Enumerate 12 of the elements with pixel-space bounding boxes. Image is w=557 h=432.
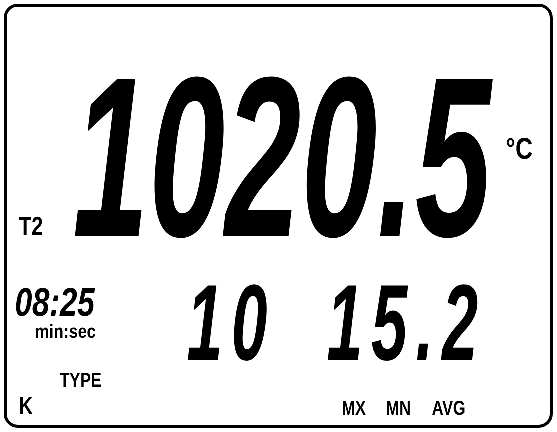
timer-unit: min:sec <box>35 322 98 342</box>
main-reading: 1020.5 <box>73 72 492 243</box>
channel-label: T2 <box>19 212 44 239</box>
stat-label: MX <box>342 399 366 419</box>
unit-label: °C <box>506 135 533 165</box>
stat-label: MN <box>386 399 411 419</box>
secondary-reading: 15.2 <box>327 282 487 363</box>
timer-value: 08:25 <box>15 282 96 323</box>
type-label: TYPE <box>60 371 102 391</box>
secondary-reading: 10 <box>187 282 276 363</box>
stat-label: AVG <box>432 399 466 419</box>
thermocouple-type: K <box>19 395 33 419</box>
